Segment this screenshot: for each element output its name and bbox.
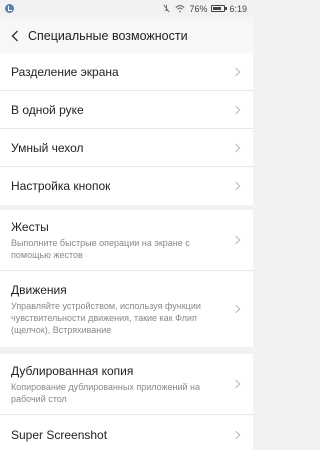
mute-icon <box>162 4 171 13</box>
list-item-title: Дублированная копия <box>11 363 134 378</box>
list-item-split-screen[interactable]: Разделение экрана <box>0 53 253 91</box>
list-item-subtitle: Выполните быстрые операции на экране с п… <box>11 237 190 260</box>
notification-icon <box>5 4 14 13</box>
chevron-right-icon <box>231 67 241 76</box>
settings-group-gestures: Жесты Выполните быстрые операции на экра… <box>0 210 253 347</box>
status-bar: 76% 6:19 <box>0 0 253 17</box>
settings-group-extras: Дублированная копия Копирование дублиров… <box>0 354 253 450</box>
list-item-smart-cover[interactable]: Умный чехол <box>0 129 253 167</box>
list-item-title: Жесты <box>11 219 49 234</box>
chevron-right-icon <box>231 235 241 245</box>
list-item-super-screenshot[interactable]: Super Screenshot <box>0 415 253 450</box>
settings-group-basic: Разделение экрана В одной руке Умный чех… <box>0 53 253 205</box>
status-time: 6:19 <box>229 3 247 14</box>
app-header: Специальные возможности <box>0 17 253 54</box>
list-item-title: Умный чехол <box>11 140 84 155</box>
chevron-right-icon <box>231 304 241 314</box>
list-item-one-hand[interactable]: В одной руке <box>0 91 253 129</box>
chevron-right-icon <box>231 143 241 152</box>
list-item-dual-apps[interactable]: Дублированная копия Копирование дублиров… <box>0 354 253 415</box>
list-item-title: В одной руке <box>11 102 84 117</box>
wifi-icon <box>175 4 185 13</box>
chevron-right-icon <box>231 181 241 191</box>
list-item-button-settings[interactable]: Настройка кнопок <box>0 167 253 205</box>
list-item-subtitle: Управляйте устройством, используя функци… <box>11 300 201 335</box>
battery-percent: 76% <box>189 3 208 14</box>
battery-icon <box>211 5 228 12</box>
list-item-title: Super Screenshot <box>11 428 108 442</box>
list-item-title: Настройка кнопок <box>11 179 111 193</box>
list-item-gestures[interactable]: Жесты Выполните быстрые операции на экра… <box>0 210 253 271</box>
chevron-right-icon <box>231 430 241 440</box>
chevron-right-icon <box>231 379 241 389</box>
battery-level-fill <box>213 7 222 10</box>
list-item-motions[interactable]: Движения Управляйте устройством, использ… <box>0 271 253 347</box>
chevron-left-icon[interactable] <box>8 28 22 44</box>
page-title: Специальные возможности <box>28 28 188 43</box>
list-item-title: Разделение экрана <box>11 64 119 79</box>
chevron-right-icon <box>231 105 241 114</box>
list-item-title: Движения <box>11 282 67 297</box>
list-item-subtitle: Копирование дублированных приложений на … <box>11 381 201 404</box>
